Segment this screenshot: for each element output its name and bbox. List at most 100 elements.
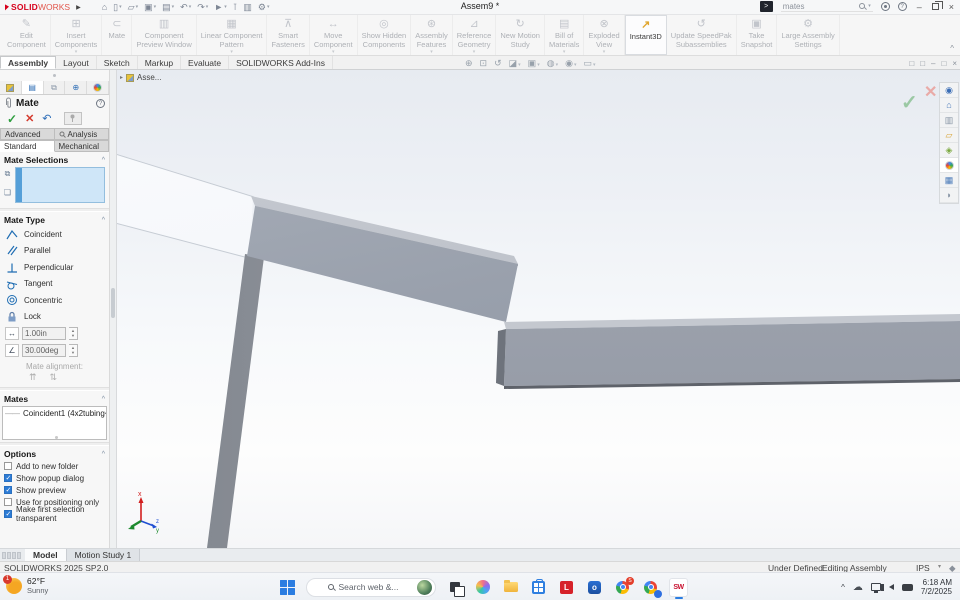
onedrive-icon[interactable]: ☁ bbox=[853, 582, 863, 593]
tab-sketch[interactable]: Sketch bbox=[97, 56, 138, 69]
chrome-profile1-button[interactable]: S bbox=[613, 578, 632, 597]
tab-motion-study-1[interactable]: Motion Study 1 bbox=[67, 549, 141, 561]
exploded-view-button[interactable]: ⊗Exploded View bbox=[584, 15, 624, 55]
mates-list[interactable]: —— Coincident1 (4x2tubing<1>, bbox=[2, 406, 107, 440]
option-add-to-new-folder[interactable]: Add to new folder bbox=[0, 460, 109, 472]
forum-icon[interactable]: ◗ bbox=[940, 188, 958, 203]
zoom-to-area-icon[interactable]: ⊡ bbox=[480, 58, 488, 69]
open-button[interactable]: ▱ bbox=[126, 2, 140, 13]
solidworks-resources-icon[interactable]: ⌂ bbox=[940, 98, 958, 113]
start-button[interactable] bbox=[278, 578, 297, 597]
undo-mate-button[interactable]: ↶ bbox=[42, 112, 51, 125]
angle-input[interactable]: 30.00deg bbox=[22, 344, 66, 357]
propertymanager-tab[interactable]: ▤ bbox=[22, 81, 44, 94]
file-explorer-button[interactable] bbox=[501, 578, 520, 597]
previous-view-icon[interactable]: ↺ bbox=[494, 58, 502, 69]
mate-selections-list[interactable] bbox=[15, 167, 105, 203]
component-preview-window-button[interactable]: ▥Component Preview Window bbox=[132, 15, 196, 55]
menu-flyout-arrow-icon[interactable]: ▶ bbox=[76, 4, 81, 11]
command-search-icon[interactable]: > bbox=[760, 1, 773, 12]
tab-assembly[interactable]: Assembly bbox=[0, 56, 56, 69]
mate-type-perpendicular[interactable]: Perpendicular bbox=[0, 259, 109, 276]
large-assembly-settings-button[interactable]: ⚙Large Assembly Settings bbox=[777, 15, 839, 55]
list-button[interactable]: ▥ bbox=[241, 2, 254, 13]
search-dropdown-icon[interactable]: ▾ bbox=[868, 3, 871, 9]
tray-overflow-chevron[interactable]: ^ bbox=[841, 583, 845, 592]
doc-restore-button[interactable]: □ bbox=[941, 59, 946, 68]
panel-help-icon[interactable]: ? bbox=[96, 99, 105, 108]
view-orientation-icon[interactable]: ▣ bbox=[528, 58, 540, 69]
dimxpertmanager-tab[interactable]: ⊕ bbox=[65, 81, 87, 94]
ok-button[interactable]: ✓ bbox=[7, 112, 17, 126]
help-icon[interactable]: ? bbox=[898, 2, 907, 11]
copilot-button[interactable] bbox=[473, 578, 492, 597]
option-show-popup-dialog[interactable]: Show popup dialog bbox=[0, 472, 109, 484]
feature-tree-breadcrumb[interactable]: ▸ Asse... bbox=[120, 73, 161, 82]
checkbox-checked[interactable] bbox=[4, 510, 12, 518]
task-view-button[interactable] bbox=[445, 578, 464, 597]
l-app-button[interactable]: L bbox=[557, 578, 576, 597]
distance-icon[interactable]: ↔ bbox=[5, 327, 19, 340]
weather-widget[interactable]: 1 62°F Sunny bbox=[6, 576, 48, 595]
ribbon-collapse-chevron[interactable]: ^ bbox=[944, 44, 960, 55]
confirmation-ok-icon[interactable]: ✓ bbox=[901, 90, 918, 115]
user-account-icon[interactable] bbox=[881, 2, 890, 11]
file-explorer-icon[interactable]: ▱ bbox=[940, 128, 958, 143]
linear-component-pattern-button[interactable]: ▦Linear Component Pattern bbox=[197, 15, 268, 55]
section-view-icon[interactable]: ◪ bbox=[509, 58, 521, 69]
mate-selections-header[interactable]: Mate Selections^ bbox=[0, 152, 109, 166]
splitter-grip[interactable] bbox=[111, 288, 115, 318]
angle-icon[interactable]: ∠ bbox=[5, 344, 19, 357]
checkbox-checked[interactable] bbox=[4, 474, 12, 482]
take-snapshot-button[interactable]: ▣Take Snapshot bbox=[737, 15, 778, 55]
mate-type-tangent[interactable]: Tangent bbox=[0, 276, 109, 293]
pane-split-buttons[interactable] bbox=[0, 549, 25, 561]
mate-list-item[interactable]: —— Coincident1 (4x2tubing<1>, bbox=[3, 407, 106, 418]
display-style-icon[interactable]: ◍ bbox=[547, 58, 558, 69]
panel-splitter[interactable] bbox=[110, 70, 117, 548]
taskbar-search-input[interactable]: Search web &... bbox=[306, 578, 436, 597]
mate-type-header[interactable]: Mate Type^ bbox=[0, 212, 109, 226]
view-palette-icon[interactable]: ◈ bbox=[940, 143, 958, 158]
checkbox-unchecked[interactable] bbox=[4, 462, 12, 470]
cancel-button[interactable]: ✕ bbox=[25, 112, 34, 125]
custom-properties-icon[interactable]: ▦ bbox=[940, 173, 958, 188]
hide-show-items-icon[interactable]: ◉ bbox=[565, 58, 576, 69]
list-resize-handle[interactable] bbox=[55, 436, 58, 439]
distance-spinner[interactable]: ▲▼ bbox=[69, 327, 78, 340]
checkbox-unchecked[interactable] bbox=[4, 498, 12, 506]
options-button[interactable]: ⚙ bbox=[256, 2, 272, 13]
3dexperience-globe-icon[interactable]: ◉ bbox=[940, 83, 958, 98]
option-show-preview[interactable]: Show preview bbox=[0, 484, 109, 496]
redo-button[interactable]: ↷ bbox=[195, 2, 210, 13]
mates-header[interactable]: Mates^ bbox=[0, 391, 109, 405]
update-speedpak-button[interactable]: ↺Update SpeedPak Subassemblies bbox=[667, 15, 737, 55]
mate-type-concentric[interactable]: Concentric bbox=[0, 292, 109, 309]
search-input[interactable]: mates ▾ bbox=[781, 1, 873, 12]
solidworks-taskbar-button[interactable]: SW bbox=[669, 578, 688, 597]
view-settings-icon[interactable]: ▭ bbox=[583, 58, 595, 69]
edit-component-button[interactable]: ✎Edit Component bbox=[3, 15, 51, 55]
units-caret-icon[interactable]: ▾ bbox=[938, 563, 941, 570]
advanced-mates-tab[interactable]: Advanced bbox=[0, 128, 55, 140]
expand-arrow-icon[interactable]: ▸ bbox=[120, 74, 123, 81]
search-daily-image[interactable] bbox=[417, 580, 432, 595]
chrome-profile2-button[interactable] bbox=[641, 578, 660, 597]
undo-button[interactable]: ↶ bbox=[178, 2, 193, 13]
mate-type-lock[interactable]: Lock bbox=[0, 309, 109, 326]
restore-button[interactable] bbox=[932, 3, 939, 10]
featuremanager-tab[interactable] bbox=[0, 81, 22, 94]
move-component-button[interactable]: ↔Move Component bbox=[310, 15, 358, 55]
display-cast-icon[interactable] bbox=[871, 583, 881, 591]
mate-button[interactable]: ⊂Mate bbox=[102, 15, 132, 55]
displaymanager-tab[interactable] bbox=[87, 81, 109, 94]
angle-spinner[interactable]: ▲▼ bbox=[69, 344, 78, 357]
taskbar-clock[interactable]: 6:18 AM 7/2/2025 bbox=[921, 578, 952, 596]
assembly-features-button[interactable]: ⊛Assembly Features bbox=[411, 15, 453, 55]
home-button[interactable]: ⌂ bbox=[100, 2, 109, 12]
tab-layout[interactable]: Layout bbox=[56, 56, 97, 69]
configurationmanager-tab[interactable]: ⧉ bbox=[44, 81, 66, 94]
bill-of-materials-button[interactable]: ▤Bill of Materials bbox=[545, 15, 584, 55]
keep-visible-pin-button[interactable] bbox=[64, 112, 82, 125]
minimize-button[interactable]: – bbox=[915, 2, 924, 12]
